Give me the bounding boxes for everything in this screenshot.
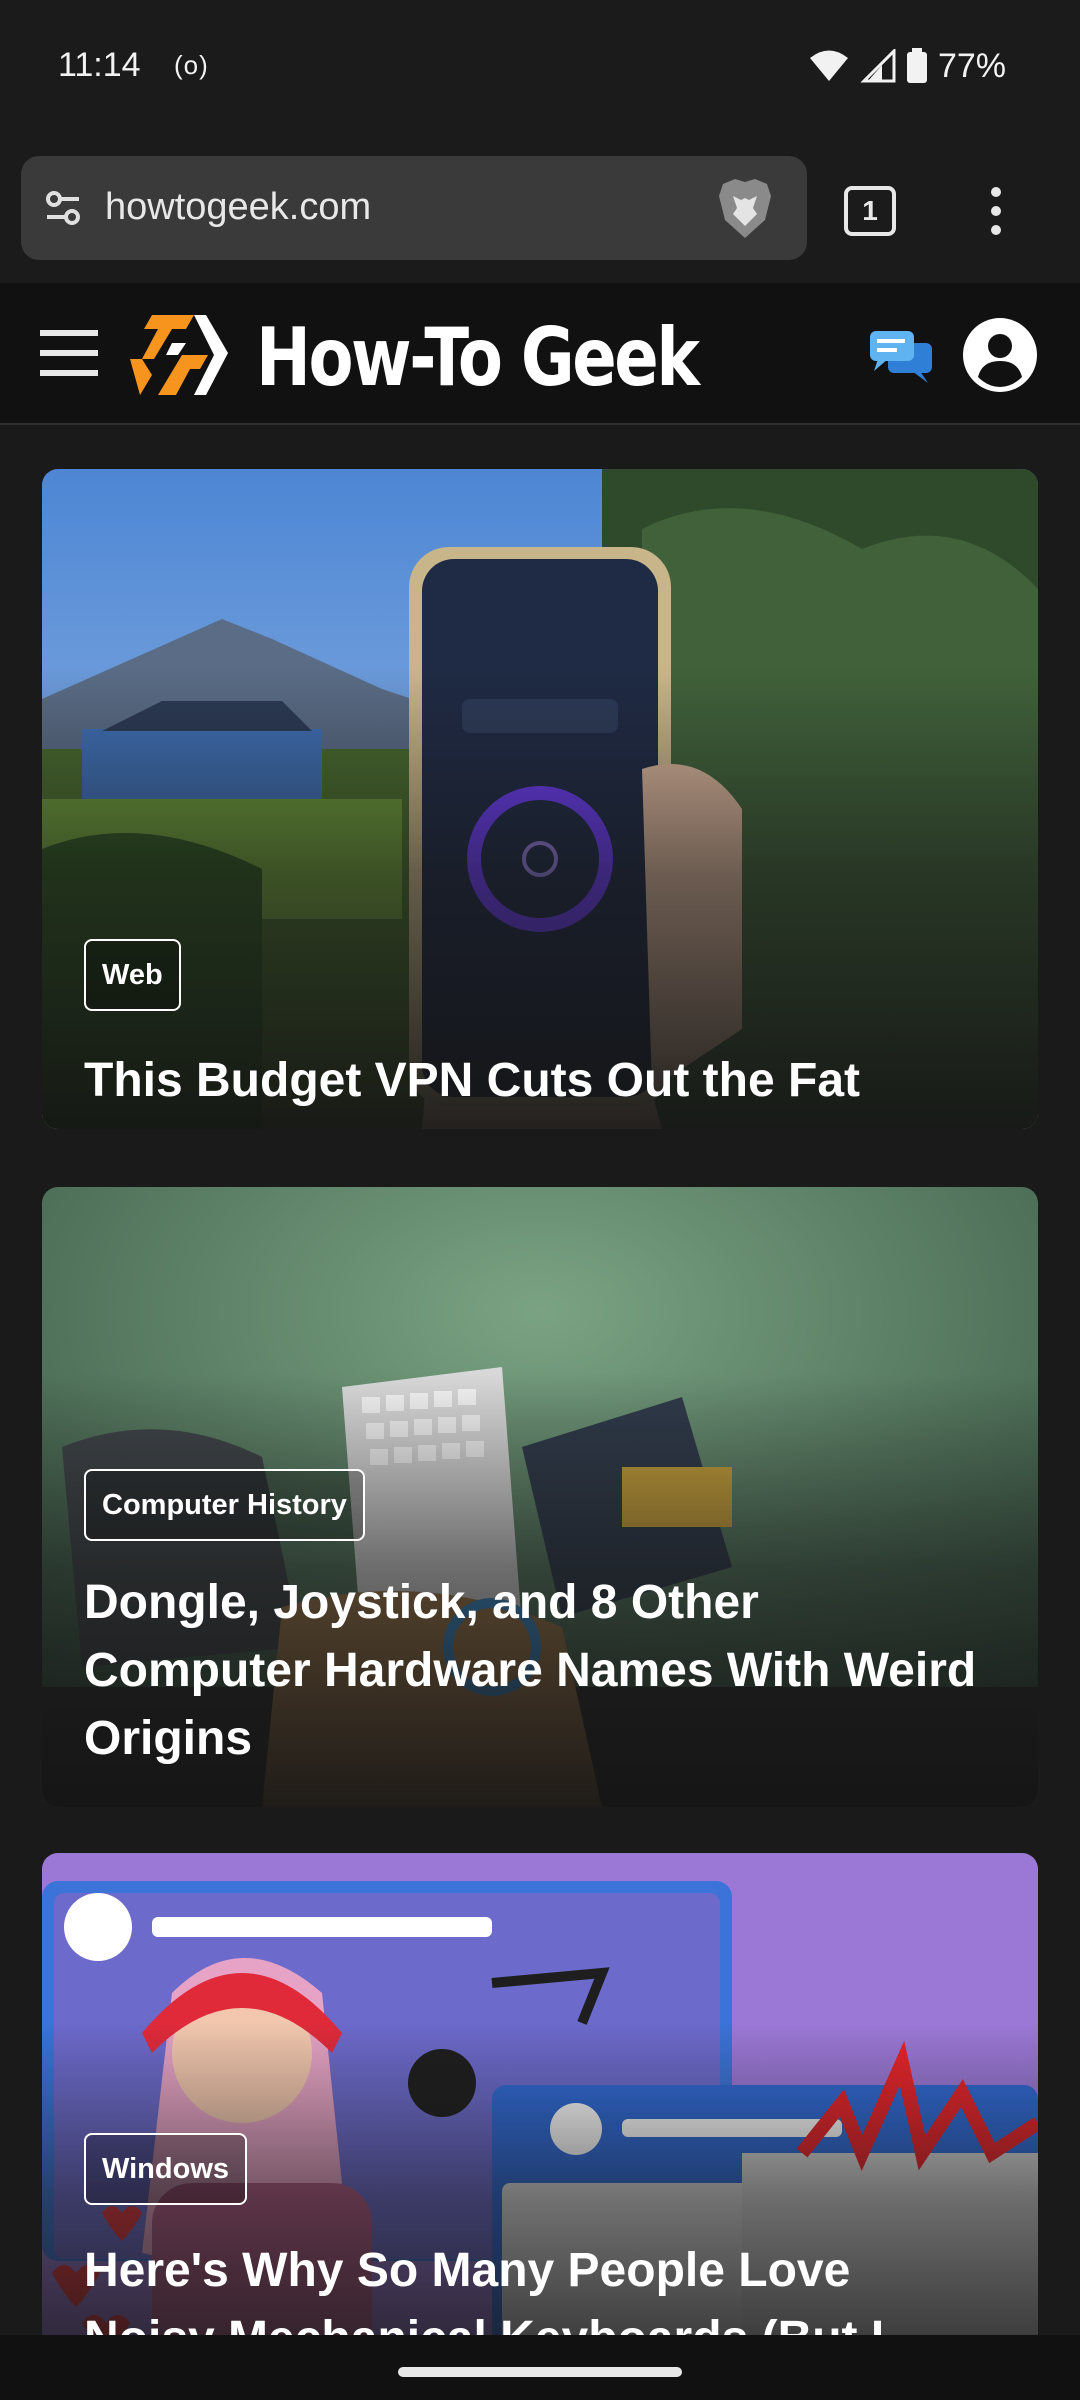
battery-icon [906, 48, 927, 83]
article-card[interactable]: Web This Budget VPN Cuts Out the Fat [42, 469, 1038, 1129]
htg-logo-icon[interactable] [128, 309, 232, 399]
article-title[interactable]: This Budget VPN Cuts Out the Fat [84, 1047, 984, 1115]
brave-shield-icon[interactable] [713, 176, 777, 242]
system-nav-bar [0, 2335, 1080, 2400]
menu-icon[interactable] [40, 328, 98, 378]
tune-icon[interactable] [41, 186, 85, 230]
browser-toolbar: howtogeek.com 1 [0, 140, 1080, 283]
article-title[interactable]: Dongle, Joystick, and 8 Other Computer H… [84, 1569, 984, 1773]
battery-percent: 77% [937, 46, 1006, 85]
address-bar[interactable]: howtogeek.com [21, 156, 807, 260]
category-tag[interactable]: Computer History [84, 1469, 365, 1541]
category-tag[interactable]: Windows [84, 2133, 248, 2205]
signal-icon [860, 49, 896, 83]
status-time: 11:14 [58, 46, 141, 84]
home-gesture-handle[interactable] [398, 2367, 682, 2377]
category-tag[interactable]: Web [84, 939, 181, 1011]
url-text[interactable]: howtogeek.com [105, 186, 371, 229]
article-card[interactable]: Windows Here's Why So Many People Love N… [42, 1853, 1038, 2335]
tab-switcher-button[interactable]: 1 [844, 186, 896, 236]
article-title[interactable]: Here's Why So Many People Love Noisy Mec… [84, 2237, 984, 2335]
wifi-icon [809, 50, 848, 81]
article-feed: Web This Budget VPN Cuts Out the Fat Com… [0, 425, 1080, 2335]
radio-indicator-icon: (o) [174, 50, 209, 80]
status-bar: 11:14 (o) 77% [0, 0, 1080, 140]
article-card[interactable]: Computer History Dongle, Joystick, and 8… [42, 1187, 1038, 1807]
status-icons: 77% [808, 44, 1006, 88]
site-header: How-To Geek [0, 283, 1080, 425]
more-vert-icon[interactable] [986, 186, 1006, 236]
site-title[interactable]: How-To Geek [256, 311, 700, 404]
chat-icon[interactable] [868, 327, 936, 385]
account-icon[interactable] [962, 317, 1038, 393]
